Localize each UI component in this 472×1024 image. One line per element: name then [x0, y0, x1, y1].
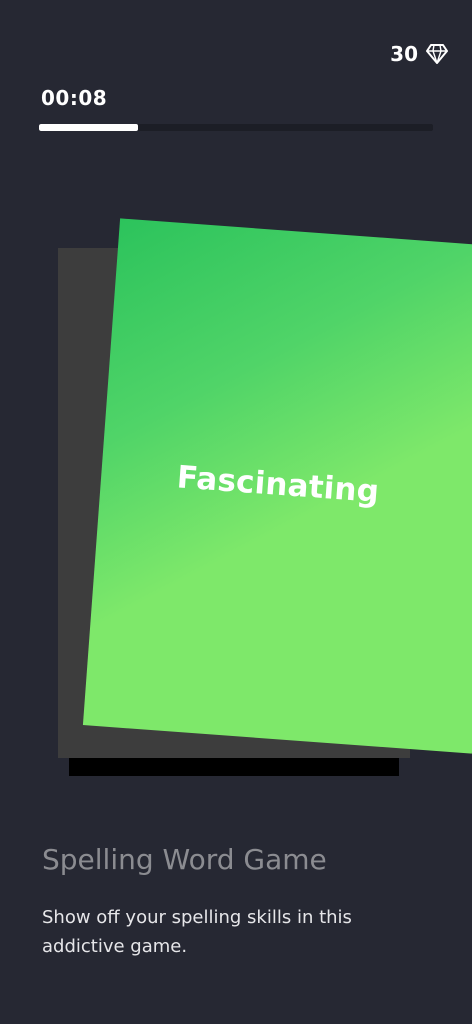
word-card[interactable]: Fascinating [82, 218, 472, 754]
card-word: Fascinating [175, 459, 381, 511]
game-description: Show off your spelling skills in this ad… [42, 907, 352, 957]
card-stack: Fascinating [0, 0, 472, 800]
card-shadow [69, 758, 399, 776]
game-title: Spelling Word Game [42, 843, 327, 876]
